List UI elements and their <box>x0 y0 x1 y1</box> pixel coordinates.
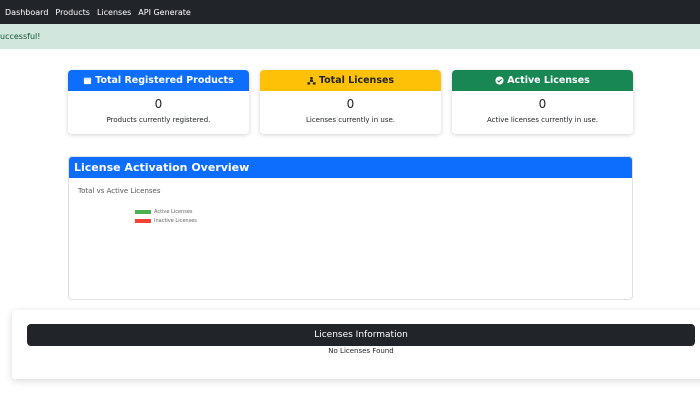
license-activation-chart-card: License Activation Overview Total vs Act… <box>68 156 633 300</box>
card-total-products: Total Registered Products 0 Products cur… <box>68 70 249 134</box>
card-value: 0 <box>154 97 163 111</box>
nav-link-api-generate[interactable]: API Generate <box>138 8 191 17</box>
chart-subtitle: Total vs Active Licenses <box>78 187 161 195</box>
success-alert: uccessful! <box>0 24 700 49</box>
card-header: Total Licenses <box>260 70 441 91</box>
card-text: Products currently registered. <box>106 116 211 124</box>
card-title: Active Licenses <box>507 75 590 86</box>
legend-swatch-inactive <box>135 218 151 223</box>
top-navbar: Dashboard Products Licenses API Generate <box>0 0 700 24</box>
nav-link-licenses[interactable]: Licenses <box>97 8 131 17</box>
check-circle-icon <box>495 76 504 85</box>
card-value: 0 <box>346 97 355 111</box>
legend-swatch-active <box>135 209 151 214</box>
legend-item-inactive[interactable]: Inactive Licenses <box>135 216 197 225</box>
card-text: Licenses currently in use. <box>305 116 396 124</box>
card-total-licenses: Total Licenses 0 Licenses currently in u… <box>260 70 441 134</box>
card-text: Active licenses currently in use. <box>487 116 598 124</box>
nav-link-dashboard[interactable]: Dashboard <box>5 8 48 17</box>
card-value: 0 <box>538 97 547 111</box>
calendar-icon <box>84 77 92 85</box>
alert-text: uccessful! <box>0 32 41 41</box>
legend-item-active[interactable]: Active Licenses <box>135 207 197 216</box>
licenses-empty-text: No Licenses Found <box>328 347 394 355</box>
card-header: Total Registered Products <box>68 70 249 91</box>
card-title: Total Registered Products <box>95 75 234 86</box>
nav-link-products[interactable]: Products <box>55 8 90 17</box>
chart-title: License Activation Overview <box>69 157 632 178</box>
card-title: Total Licenses <box>318 75 395 86</box>
chart-legend: Active Licenses Inactive Licenses <box>135 207 197 225</box>
licenses-info-title: Licenses Information <box>27 324 695 346</box>
legend-label-inactive: Inactive Licenses <box>154 217 197 224</box>
card-header: Active Licenses <box>452 70 633 91</box>
legend-label-active: Active Licenses <box>154 208 193 215</box>
licenses-info-panel: Licenses Information No Licenses Found <box>12 310 700 379</box>
users-icon <box>307 76 316 85</box>
card-active-licenses: Active Licenses 0 Active licenses curren… <box>452 70 633 134</box>
